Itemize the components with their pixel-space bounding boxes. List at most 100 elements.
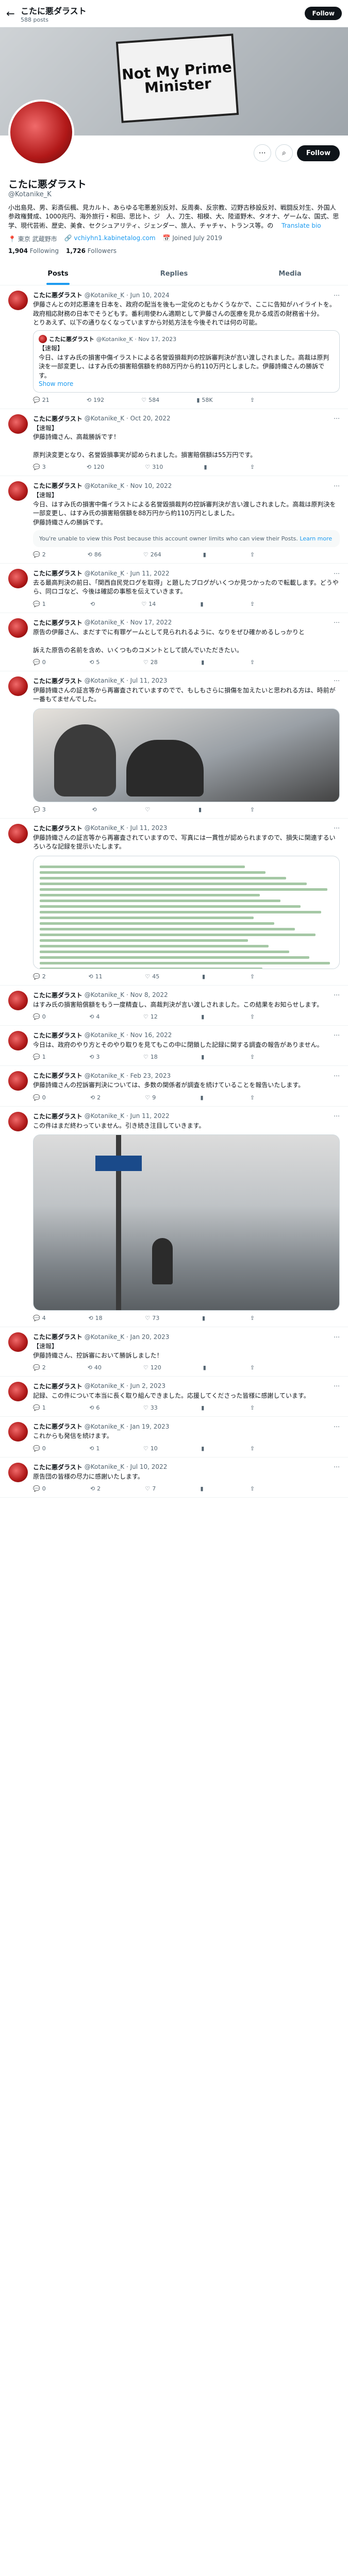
tweet[interactable]: こたに悪ダラスト @Kotanike_K · Jun 10, 2024 ⋯ 伊藤さんと… (0, 285, 348, 409)
share-button[interactable]: ⇪ (250, 973, 255, 980)
reply-button[interactable]: 💬 1 (33, 601, 46, 607)
tweet-avatar[interactable] (8, 618, 28, 638)
followers-stat[interactable]: 1,726 Followers (66, 247, 117, 255)
share-button[interactable]: ⇪ (250, 1404, 255, 1411)
tweet-author-name[interactable]: こたに悪ダラスト (33, 291, 82, 299)
like-button[interactable]: ♡ 14 (141, 601, 156, 607)
views-button[interactable]: ▮ (201, 1013, 206, 1020)
tweet-photo[interactable] (33, 708, 340, 802)
reply-button[interactable]: 💬 0 (33, 1013, 46, 1020)
tweet-more-icon[interactable]: ⋯ (334, 415, 340, 422)
views-button[interactable]: ▮ (201, 1054, 206, 1060)
tweet-more-icon[interactable]: ⋯ (334, 991, 340, 998)
like-button[interactable]: ♡ 73 (145, 1315, 159, 1321)
tweet-avatar[interactable] (8, 1071, 28, 1091)
tweet-author-name[interactable]: こたに悪ダラスト (33, 1031, 82, 1040)
tweet-avatar[interactable] (8, 1111, 28, 1131)
learn-more-link[interactable]: Learn more (300, 535, 332, 542)
tweet-avatar[interactable] (8, 676, 28, 696)
reply-button[interactable]: 💬 0 (33, 1094, 46, 1101)
share-button[interactable]: ⇪ (250, 1364, 255, 1371)
tweet-more-icon[interactable]: ⋯ (334, 1423, 340, 1430)
repost-button[interactable]: ⟲ 3 (89, 1054, 100, 1060)
share-button[interactable]: ⇪ (250, 1445, 255, 1452)
like-button[interactable]: ♡ 264 (143, 551, 161, 558)
share-button[interactable]: ⇪ (250, 1094, 255, 1101)
share-button[interactable]: ⇪ (250, 1485, 255, 1492)
views-button[interactable]: ▮ (201, 1404, 206, 1411)
repost-button[interactable]: ⟲ 40 (88, 1364, 102, 1371)
views-button[interactable]: ▮ (203, 1364, 208, 1371)
repost-button[interactable]: ⟲ 2 (90, 1485, 101, 1492)
tweet-author-name[interactable]: こたに悪ダラスト (33, 481, 82, 490)
quoted-tweet[interactable]: こたに悪ダラスト @Kotanike_K · Nov 17, 2023 【速報】 今… (33, 330, 340, 393)
like-button[interactable]: ♡ 310 (145, 464, 163, 470)
reply-button[interactable]: 💬 2 (33, 973, 46, 980)
repost-button[interactable]: ⟲ (92, 806, 98, 813)
tweet-author-name[interactable]: こたに悪ダラスト (33, 1071, 82, 1080)
like-button[interactable]: ♡ 28 (143, 659, 158, 666)
repost-button[interactable]: ⟲ 1 (89, 1445, 100, 1452)
reply-button[interactable]: 💬 0 (33, 1445, 46, 1452)
repost-button[interactable]: ⟲ 86 (88, 551, 102, 558)
views-button[interactable]: ▮ (201, 659, 206, 666)
tweet[interactable]: こたに悪ダラスト @Kotanike_K · Nov 8, 2022 ⋯ はすみ氏の損… (0, 986, 348, 1026)
views-button[interactable]: ▮ (202, 1315, 207, 1321)
tweet-more-icon[interactable]: ⋯ (334, 1382, 340, 1389)
website[interactable]: 🔗 vchiyhn1.kabinetalog.com (64, 234, 156, 243)
tab-replies[interactable]: Replies (116, 263, 232, 285)
more-icon[interactable]: ⋯ (253, 144, 271, 162)
share-button[interactable]: ⇪ (250, 1315, 255, 1321)
views-button[interactable]: ▮ (200, 601, 205, 607)
translate-bio-link[interactable]: Translate bio (281, 222, 321, 229)
tweet-street-photo[interactable] (33, 1134, 340, 1311)
back-arrow-icon[interactable]: ← (6, 7, 21, 20)
reply-button[interactable]: 💬 1 (33, 1404, 46, 1411)
repost-button[interactable]: ⟲ (90, 601, 97, 607)
tweet-more-icon[interactable]: ⋯ (334, 482, 340, 489)
tab-media[interactable]: Media (232, 263, 348, 285)
share-button[interactable]: ⇪ (250, 464, 255, 470)
tweet-more-icon[interactable]: ⋯ (334, 1072, 340, 1079)
views-button[interactable]: ▮ (203, 551, 208, 558)
repost-button[interactable]: ⟲ 120 (87, 464, 104, 470)
reply-button[interactable]: 💬 4 (33, 1315, 46, 1321)
tweet[interactable]: こたに悪ダラスト @Kotanike_K · Jul 11, 2023 ⋯ 伊藤詩織さ… (0, 819, 348, 986)
tweet-more-icon[interactable]: ⋯ (334, 824, 340, 832)
tweet-author-name[interactable]: こたに悪ダラスト (33, 1422, 82, 1431)
tweet[interactable]: こたに悪ダラスト @Kotanike_K · Jun 11, 2022 ⋯ 去る最高判… (0, 564, 348, 613)
tweet-avatar[interactable] (8, 414, 28, 434)
tweet[interactable]: こたに悪ダラスト @Kotanike_K · Nov 17, 2022 ⋯ 原告の伊藤… (0, 613, 348, 671)
reply-button[interactable]: 💬 0 (33, 659, 46, 666)
views-button[interactable]: ▮ 58K (196, 397, 212, 403)
tweet-author-name[interactable]: こたに悪ダラスト (33, 1112, 82, 1121)
repost-button[interactable]: ⟲ 11 (88, 973, 102, 980)
like-button[interactable]: ♡ 584 (141, 397, 159, 403)
website-link[interactable]: vchiyhn1.kabinetalog.com (74, 234, 155, 242)
tweet-more-icon[interactable]: ⋯ (334, 570, 340, 577)
tweet-author-name[interactable]: こたに悪ダラスト (33, 1463, 82, 1471)
reply-button[interactable]: 💬 21 (33, 397, 49, 403)
tweet-author-name[interactable]: こたに悪ダラスト (33, 1382, 82, 1391)
tweet-more-icon[interactable]: ⋯ (334, 1463, 340, 1470)
tweet-avatar[interactable] (8, 1030, 28, 1050)
tab-posts[interactable]: Posts (0, 263, 116, 285)
repost-button[interactable]: ⟲ 18 (88, 1315, 102, 1321)
reply-button[interactable]: 💬 2 (33, 551, 46, 558)
tweet-avatar[interactable] (8, 823, 28, 843)
repost-button[interactable]: ⟲ 5 (89, 659, 100, 666)
views-button[interactable]: ▮ (200, 1485, 205, 1492)
tweet-author-name[interactable]: こたに悪ダラスト (33, 1332, 82, 1341)
like-button[interactable]: ♡ 120 (143, 1364, 161, 1371)
share-button[interactable]: ⇪ (250, 1054, 255, 1060)
tweet-avatar[interactable] (8, 990, 28, 1010)
show-more-link[interactable]: Show more (39, 380, 73, 387)
tweet-more-icon[interactable]: ⋯ (334, 619, 340, 626)
tweet[interactable]: こたに悪ダラスト @Kotanike_K · Jun 11, 2022 ⋯ この件はま… (0, 1107, 348, 1328)
views-button[interactable]: ▮ (198, 806, 204, 813)
tweet-more-icon[interactable]: ⋯ (334, 677, 340, 684)
reply-button[interactable]: 💬 3 (33, 464, 46, 470)
tweet-avatar[interactable] (8, 1462, 28, 1482)
tweet[interactable]: こたに悪ダラスト @Kotanike_K · Jan 20, 2023 ⋯ 【速報】 … (0, 1327, 348, 1377)
tweet[interactable]: こたに悪ダラスト @Kotanike_K · Feb 23, 2023 ⋯ 伊藤詩織さ… (0, 1066, 348, 1107)
